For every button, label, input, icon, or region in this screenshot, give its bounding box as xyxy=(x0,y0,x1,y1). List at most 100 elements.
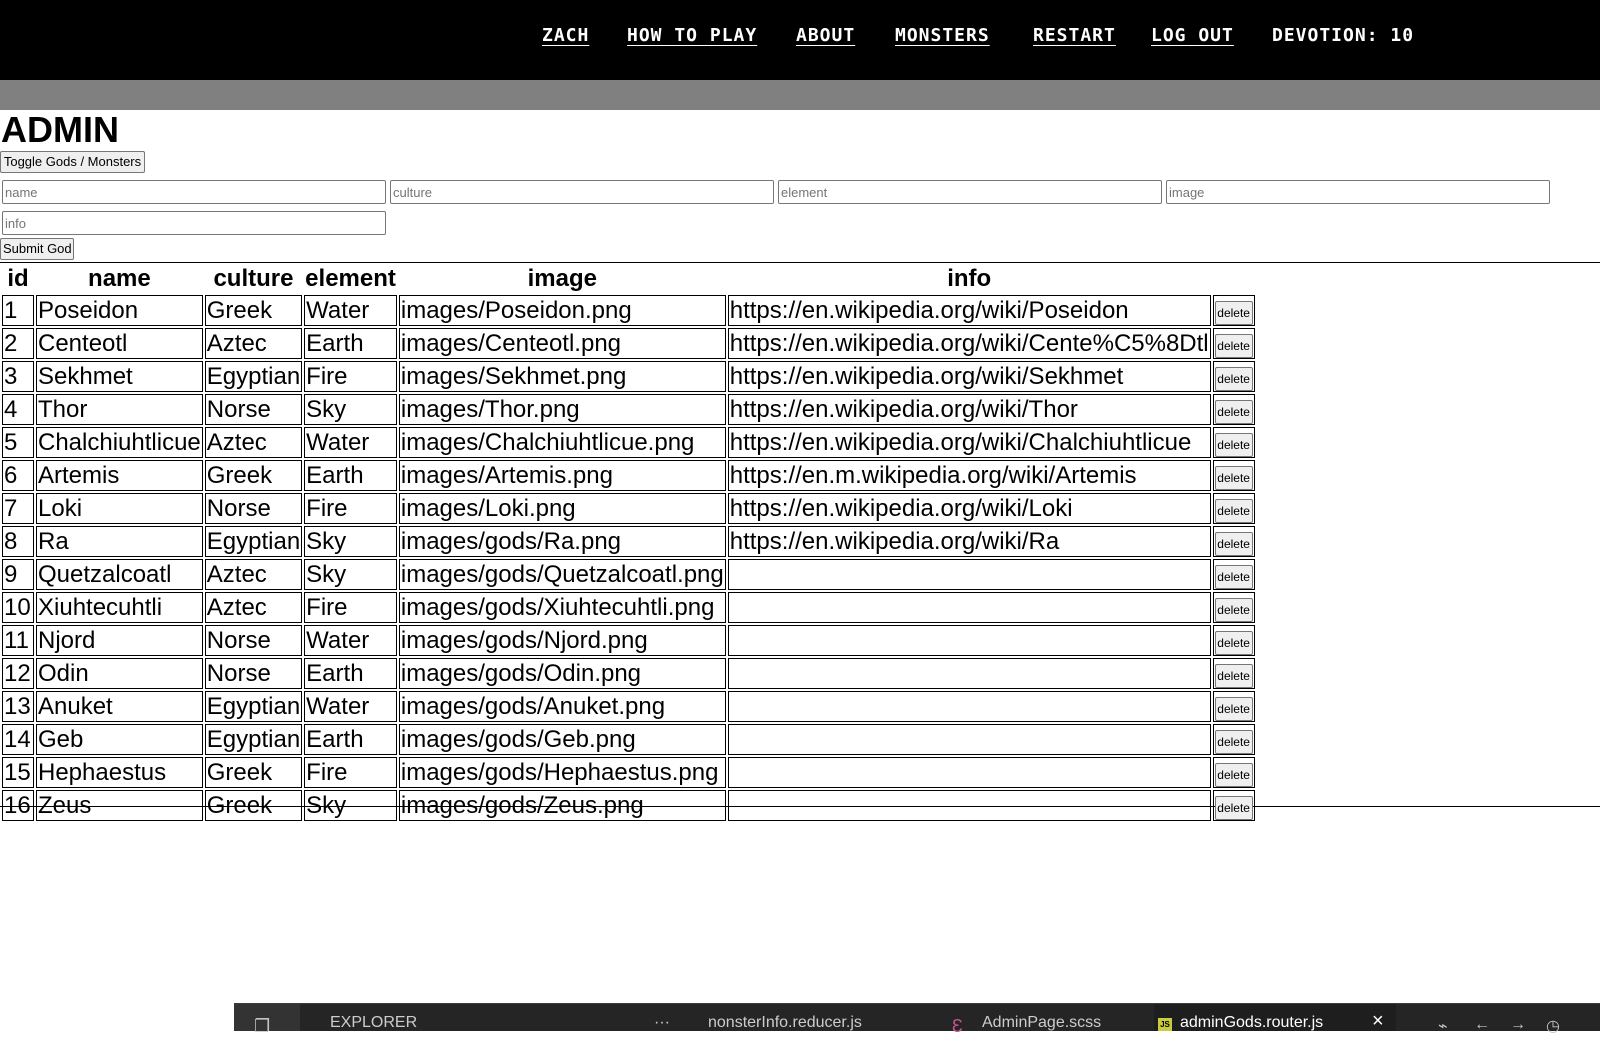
cell-id: 11 xyxy=(2,625,34,656)
delete-button[interactable]: delete xyxy=(1214,466,1253,490)
table-row: 9 Quetzalcoatl Aztec Sky images/gods/Quetzal… xyxy=(2,559,1255,590)
explorer-more-icon[interactable]: ··· xyxy=(654,1014,670,1032)
name-field[interactable] xyxy=(2,180,386,204)
cell-actions: delete xyxy=(1212,592,1255,623)
cell-info xyxy=(727,790,1211,821)
cell-id: 7 xyxy=(2,493,34,524)
cell-name: Zeus xyxy=(36,790,203,821)
table-row: 4 Thor Norse Sky images/Thor.png https://en.w… xyxy=(2,394,1255,425)
delete-button[interactable]: delete xyxy=(1214,763,1253,787)
devotion-counter: DEVOTION: 10 xyxy=(1272,25,1415,46)
cell-image: images/gods/Hephaestus.png xyxy=(398,757,726,788)
timeline-icon[interactable]: ◷ xyxy=(1546,1016,1560,1036)
cell-element: Sky xyxy=(304,790,397,821)
cell-actions: delete xyxy=(1212,724,1255,755)
cell-culture: Egyptian xyxy=(204,724,303,755)
cell-actions: delete xyxy=(1212,427,1255,458)
table-row: 3 Sekhmet Egyptian Fire images/Sekhmet.png ht… xyxy=(2,361,1255,392)
cell-id: 4 xyxy=(2,394,34,425)
cell-culture: Greek xyxy=(204,295,303,326)
cell-image: images/Chalchiuhtlicue.png xyxy=(398,427,726,458)
delete-button[interactable]: delete xyxy=(1214,334,1253,358)
info-field[interactable] xyxy=(2,211,386,235)
submit-god-button[interactable]: Submit God xyxy=(0,238,74,260)
cell-id: 13 xyxy=(2,691,34,722)
cell-image: images/gods/Geb.png xyxy=(398,724,726,755)
cell-name: Artemis xyxy=(36,460,203,491)
files-icon[interactable]: ❐ xyxy=(254,1016,270,1037)
cell-image: images/Sekhmet.png xyxy=(398,361,726,392)
table-row: 1 Poseidon Greek Water images/Poseidon.png ht… xyxy=(2,295,1255,326)
go-back-icon[interactable]: ← xyxy=(1474,1016,1490,1034)
table-row: 5 Chalchiuhtlicue Aztec Water images/Chalchi… xyxy=(2,427,1255,458)
cell-image: images/gods/Anuket.png xyxy=(398,691,726,722)
delete-button[interactable]: delete xyxy=(1214,631,1253,655)
cell-culture: Egyptian xyxy=(204,361,303,392)
delete-button[interactable]: delete xyxy=(1214,301,1253,325)
cell-info: https://en.m.wikipedia.org/wiki/Artemis xyxy=(727,460,1211,491)
delete-button[interactable]: delete xyxy=(1214,367,1253,391)
cell-actions: delete xyxy=(1212,625,1255,656)
cell-culture: Greek xyxy=(204,790,303,821)
cell-element: Fire xyxy=(304,361,397,392)
cell-name: Poseidon xyxy=(36,295,203,326)
nav-about-link[interactable]: ABOUT xyxy=(796,25,855,46)
tab-admingods-router-active[interactable]: JS adminGods.router.js × xyxy=(1154,1004,1396,1032)
cell-name: Hephaestus xyxy=(36,757,203,788)
cell-id: 16 xyxy=(2,790,34,821)
cell-id: 8 xyxy=(2,526,34,557)
table-row: 10 Xiuhtecuhtli Aztec Fire images/gods/Xiuht… xyxy=(2,592,1255,623)
delete-button[interactable]: delete xyxy=(1214,598,1253,622)
table-row: 6 Artemis Greek Earth images/Artemis.png http… xyxy=(2,460,1255,491)
culture-field[interactable] xyxy=(390,180,774,204)
cell-image: images/Centeotl.png xyxy=(398,328,726,359)
tab-admingods-router-label: adminGods.router.js xyxy=(1180,1014,1324,1031)
delete-button[interactable]: delete xyxy=(1214,499,1253,523)
top-nav: ZACH HOW TO PLAY ABOUT MONSTERS RESTART … xyxy=(0,0,1600,80)
table-body: 1 Poseidon Greek Water images/Poseidon.png ht… xyxy=(2,295,1255,821)
scss-file-icon: Ɛ xyxy=(952,1016,963,1036)
cell-element: Sky xyxy=(304,394,397,425)
cell-image: images/Loki.png xyxy=(398,493,726,524)
nav-monsters-link[interactable]: MONSTERS xyxy=(895,25,990,46)
delete-button[interactable]: delete xyxy=(1214,400,1253,424)
table-row: 16 Zeus Greek Sky images/gods/Zeus.png delete xyxy=(2,790,1255,821)
cell-id: 1 xyxy=(2,295,34,326)
element-field[interactable] xyxy=(778,180,1162,204)
nav-how-to-play-link[interactable]: HOW TO PLAY xyxy=(627,25,757,46)
delete-button[interactable]: delete xyxy=(1214,664,1253,688)
delete-button[interactable]: delete xyxy=(1214,433,1253,457)
header-culture: culture xyxy=(213,265,294,292)
nav-logout-link[interactable]: LOG OUT xyxy=(1151,25,1234,46)
cell-id: 6 xyxy=(2,460,34,491)
delete-button[interactable]: delete xyxy=(1214,532,1253,556)
toggle-gods-monsters-button[interactable]: Toggle Gods / Monsters xyxy=(0,151,145,173)
cell-name: Geb xyxy=(36,724,203,755)
cell-info xyxy=(727,625,1211,656)
header-image: image xyxy=(527,265,597,292)
cell-element: Water xyxy=(304,691,397,722)
delete-button[interactable]: delete xyxy=(1214,730,1253,754)
cell-name: Xiuhtecuhtli xyxy=(36,592,203,623)
nav-restart-link[interactable]: RESTART xyxy=(1033,25,1116,46)
vscode-activity-bar: ❐ xyxy=(234,1004,300,1036)
source-control-icon[interactable]: ⌁ xyxy=(1438,1016,1448,1036)
image-field[interactable] xyxy=(1166,180,1550,204)
tab-adminpage-scss[interactable]: AdminPage.scss xyxy=(982,1014,1101,1032)
cell-actions: delete xyxy=(1212,460,1255,491)
cell-info: https://en.wikipedia.org/wiki/Sekhmet xyxy=(727,361,1211,392)
delete-button[interactable]: delete xyxy=(1214,565,1253,589)
delete-button[interactable]: delete xyxy=(1214,796,1253,820)
header-id: id xyxy=(7,265,29,292)
go-forward-icon[interactable]: → xyxy=(1510,1016,1526,1034)
cell-element: Fire xyxy=(304,493,397,524)
delete-button[interactable]: delete xyxy=(1214,697,1253,721)
tab-monsterinfo-reducer[interactable]: nonsterInfo.reducer.js xyxy=(708,1014,862,1032)
nav-user-link[interactable]: ZACH xyxy=(542,25,589,46)
subheader-bar xyxy=(0,80,1600,110)
cell-actions: delete xyxy=(1212,790,1255,821)
cell-culture: Norse xyxy=(204,493,303,524)
cell-culture: Norse xyxy=(204,625,303,656)
cell-name: Thor xyxy=(36,394,203,425)
cell-info xyxy=(727,691,1211,722)
